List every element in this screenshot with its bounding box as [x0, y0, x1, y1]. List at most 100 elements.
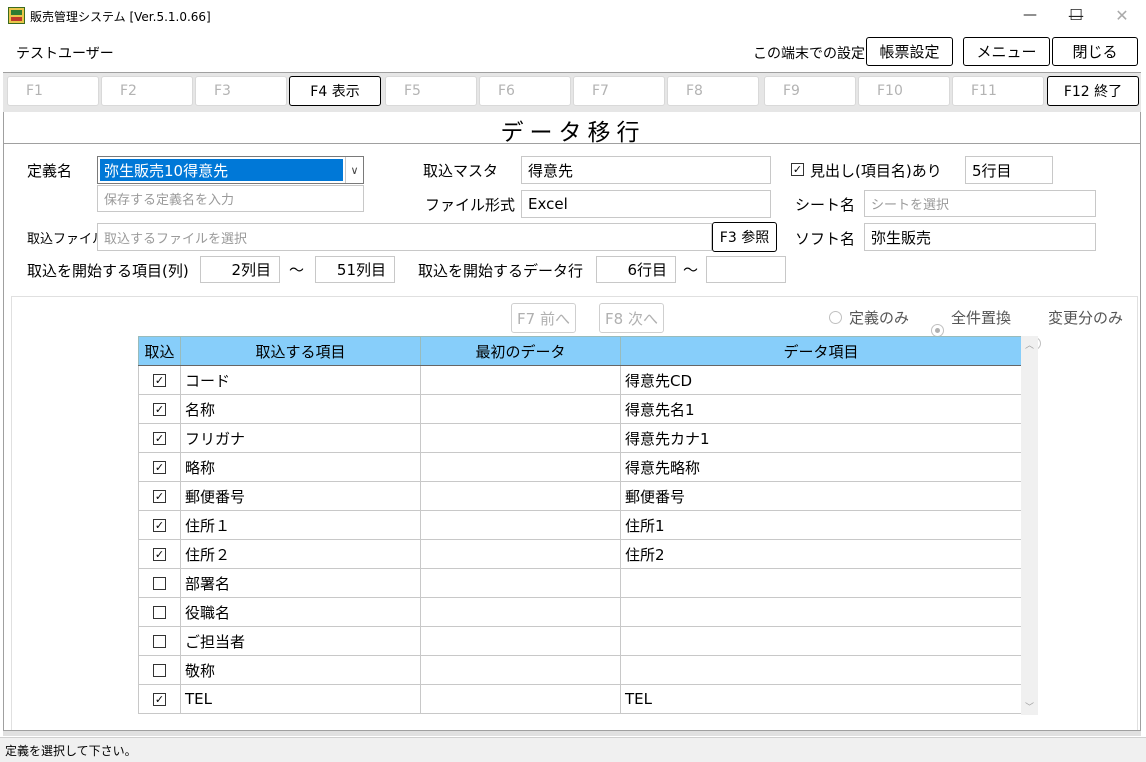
item-cell[interactable]: 名称	[180, 394, 421, 424]
fkey-5-button[interactable]: F5	[385, 76, 477, 106]
start-row-field[interactable]: 6行目	[596, 256, 676, 283]
menu-button[interactable]: メニュー	[963, 37, 1050, 66]
data-item-cell[interactable]	[620, 568, 1022, 598]
table-row[interactable]: 役職名	[138, 597, 1022, 627]
radio-label-replace-all[interactable]: 全件置換	[951, 307, 1011, 328]
column-header-import[interactable]: 取込	[138, 336, 181, 366]
radio-definition-only[interactable]	[829, 311, 842, 324]
import-cell[interactable]: ✓	[138, 539, 181, 569]
item-cell[interactable]: 略称	[180, 452, 421, 482]
import-cell[interactable]	[138, 626, 181, 656]
fkey-6-button[interactable]: F6	[479, 76, 571, 106]
format-field[interactable]: Excel	[521, 190, 771, 218]
import-checkbox[interactable]	[153, 664, 166, 677]
import-cell[interactable]	[138, 655, 181, 685]
table-row[interactable]: ✓ フリガナ 得意先カナ1	[138, 423, 1022, 453]
fkey-7-button[interactable]: F7	[573, 76, 665, 106]
item-cell[interactable]: フリガナ	[180, 423, 421, 453]
first-data-cell[interactable]	[420, 568, 621, 598]
maximize-icon[interactable]: ☐	[1053, 0, 1099, 30]
radio-label-definition-only[interactable]: 定義のみ	[849, 307, 909, 328]
import-cell[interactable]: ✓	[138, 365, 181, 395]
fkey-12-button[interactable]: F12 終了	[1047, 76, 1139, 106]
definition-name-input[interactable]: 保存する定義名を入力	[97, 185, 364, 212]
start-column-field[interactable]: 2列目	[200, 256, 280, 283]
close-button[interactable]: 閉じる	[1052, 37, 1138, 66]
import-cell[interactable]: ✓	[138, 423, 181, 453]
scroll-up-icon[interactable]: ︿	[1021, 338, 1038, 351]
data-item-cell[interactable]	[620, 655, 1022, 685]
first-data-cell[interactable]	[420, 481, 621, 511]
soft-field[interactable]: 弥生販売	[864, 223, 1096, 251]
import-cell[interactable]: ✓	[138, 510, 181, 540]
item-cell[interactable]: TEL	[180, 684, 421, 714]
table-row[interactable]: ✓ TEL TEL	[138, 684, 1022, 714]
table-row[interactable]: ✓ 略称 得意先略称	[138, 452, 1022, 482]
first-data-cell[interactable]	[420, 452, 621, 482]
table-row[interactable]: 敬称	[138, 655, 1022, 685]
end-row-field[interactable]	[706, 256, 786, 283]
data-item-cell[interactable]: 得意先略称	[620, 452, 1022, 482]
table-row[interactable]: ご担当者	[138, 626, 1022, 656]
data-item-cell[interactable]: 住所2	[620, 539, 1022, 569]
data-item-cell[interactable]: 得意先カナ1	[620, 423, 1022, 453]
table-row[interactable]: ✓ 名称 得意先名1	[138, 394, 1022, 424]
import-checkbox[interactable]	[153, 577, 166, 590]
table-row[interactable]: ✓ 郵便番号 郵便番号	[138, 481, 1022, 511]
table-row[interactable]: ✓ 住所２ 住所2	[138, 539, 1022, 569]
import-checkbox[interactable]: ✓	[153, 548, 166, 561]
table-row[interactable]: 部署名	[138, 568, 1022, 598]
radio-label-changes-only[interactable]: 変更分のみ	[1048, 307, 1123, 328]
import-checkbox[interactable]: ✓	[153, 403, 166, 416]
first-data-cell[interactable]	[420, 365, 621, 395]
import-checkbox[interactable]: ✓	[153, 693, 166, 706]
header-row-checkbox[interactable]: ✓	[791, 163, 804, 176]
fkey-11-button[interactable]: F11	[952, 76, 1044, 106]
vertical-scrollbar[interactable]: ︿ ﹀	[1021, 336, 1038, 715]
fkey-1-button[interactable]: F1	[7, 76, 99, 106]
import-checkbox[interactable]: ✓	[153, 490, 166, 503]
data-item-cell[interactable]: TEL	[620, 684, 1022, 714]
import-cell[interactable]: ✓	[138, 452, 181, 482]
definition-combo[interactable]: 弥生販売10得意先 ∨	[97, 156, 364, 184]
fkey-2-button[interactable]: F2	[101, 76, 193, 106]
fkey-9-button[interactable]: F9	[764, 76, 856, 106]
minimize-line-icon[interactable]: —	[1007, 0, 1053, 30]
scroll-down-icon[interactable]: ﹀	[1021, 700, 1038, 713]
file-input[interactable]: 取込するファイルを選択	[97, 223, 712, 251]
import-checkbox[interactable]: ✓	[153, 432, 166, 445]
first-data-cell[interactable]	[420, 539, 621, 569]
data-item-cell[interactable]: 得意先CD	[620, 365, 1022, 395]
first-data-cell[interactable]	[420, 684, 621, 714]
browse-button[interactable]: F3 参照	[712, 222, 777, 252]
data-item-cell[interactable]: 得意先名1	[620, 394, 1022, 424]
item-cell[interactable]: 郵便番号	[180, 481, 421, 511]
import-cell[interactable]	[138, 568, 181, 598]
report-settings-button[interactable]: 帳票設定	[866, 37, 953, 66]
data-item-cell[interactable]	[620, 597, 1022, 627]
item-cell[interactable]: コード	[180, 365, 421, 395]
first-data-cell[interactable]	[420, 655, 621, 685]
sheet-select[interactable]: シートを選択	[864, 190, 1096, 217]
item-cell[interactable]: 住所１	[180, 510, 421, 540]
first-data-cell[interactable]	[420, 510, 621, 540]
item-cell[interactable]: 敬称	[180, 655, 421, 685]
import-checkbox[interactable]: ✓	[153, 519, 166, 532]
item-cell[interactable]: 住所２	[180, 539, 421, 569]
item-cell[interactable]: 役職名	[180, 597, 421, 627]
fkey-3-button[interactable]: F3	[195, 76, 287, 106]
first-data-cell[interactable]	[420, 597, 621, 627]
import-cell[interactable]: ✓	[138, 394, 181, 424]
end-column-field[interactable]: 51列目	[315, 256, 395, 283]
close-window-icon[interactable]: ✕	[1099, 0, 1145, 30]
header-row-number[interactable]: 5行目	[965, 156, 1053, 184]
item-cell[interactable]: 部署名	[180, 568, 421, 598]
import-cell[interactable]: ✓	[138, 684, 181, 714]
fkey-4-button[interactable]: F4 表示	[289, 76, 381, 106]
data-item-cell[interactable]: 郵便番号	[620, 481, 1022, 511]
table-row[interactable]: ✓ 住所１ 住所1	[138, 510, 1022, 540]
column-header-first-data[interactable]: 最初のデータ	[420, 336, 621, 366]
import-checkbox[interactable]	[153, 635, 166, 648]
column-header-item[interactable]: 取込する項目	[180, 336, 421, 366]
first-data-cell[interactable]	[420, 423, 621, 453]
